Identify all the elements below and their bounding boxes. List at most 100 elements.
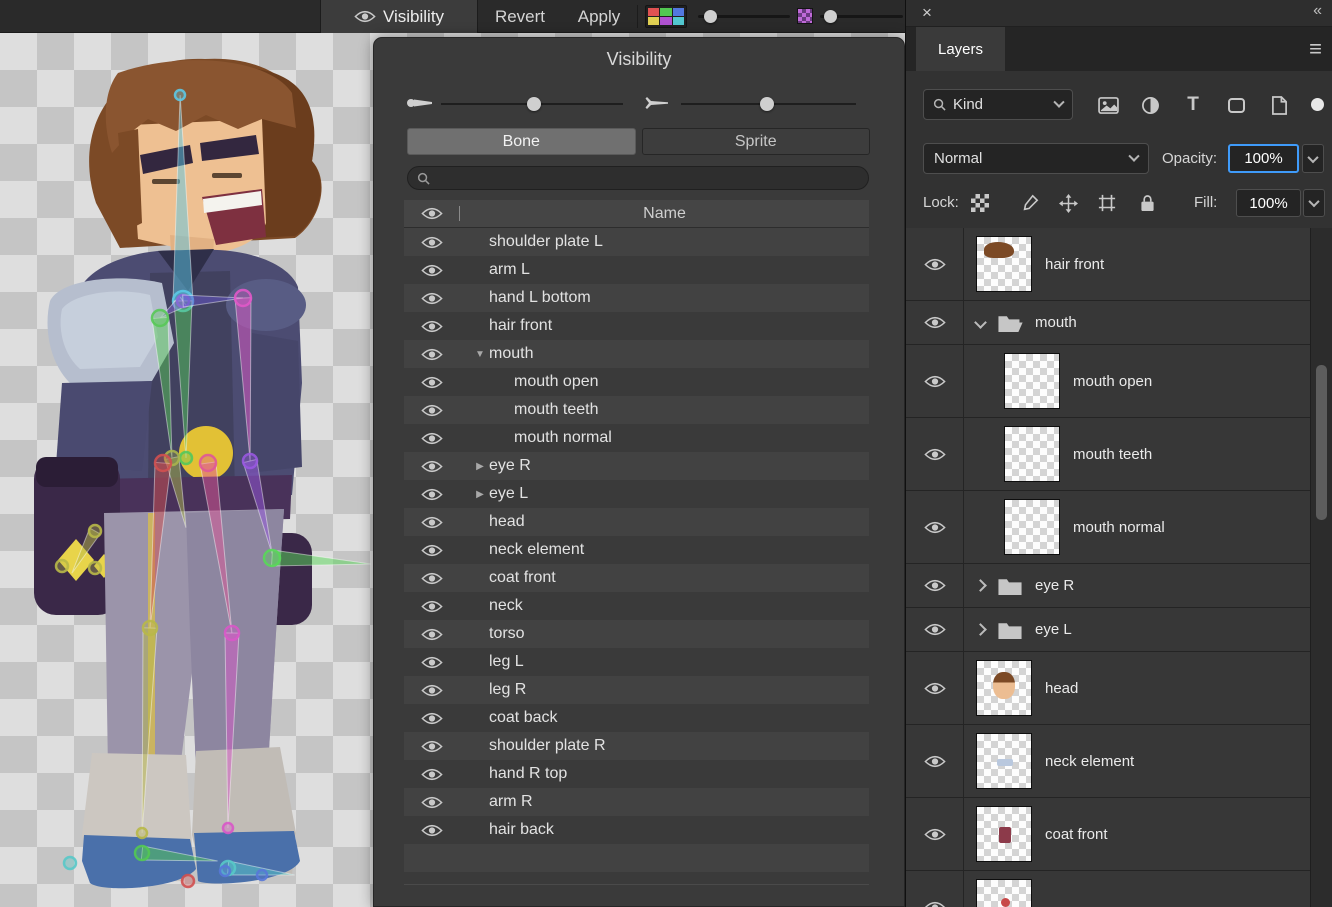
layer-visibility-toggle[interactable] (906, 798, 964, 870)
layer-thumbnail[interactable] (976, 806, 1032, 862)
lock-image-pixels-brush-icon[interactable] (1018, 191, 1042, 215)
visibility-toggle-button[interactable]: Visibility (320, 0, 478, 33)
layer-visibility-toggle[interactable] (906, 418, 964, 490)
layer-thumbnail[interactable] (1004, 499, 1060, 555)
layer-thumbnail[interactable] (976, 879, 1032, 907)
lock-position-move-icon[interactable] (1056, 191, 1080, 215)
visibility-eye-toggle[interactable] (404, 599, 459, 614)
layer-row[interactable]: coat front (906, 798, 1310, 871)
revert-button[interactable]: Revert (482, 0, 558, 33)
slider-knob[interactable] (824, 10, 837, 23)
expand-toggle-icon[interactable]: ▶ (471, 461, 489, 472)
visibility-eye-toggle[interactable] (404, 403, 459, 418)
fill-dropdown-button[interactable] (1303, 189, 1325, 217)
visibility-eye-toggle[interactable] (404, 515, 459, 530)
visibility-row[interactable]: head (404, 508, 869, 536)
layer-row[interactable]: eye L (906, 608, 1310, 652)
layer-thumbnail[interactable] (976, 660, 1032, 716)
visibility-row[interactable]: hand R top (404, 760, 869, 788)
visibility-row[interactable]: torso (404, 620, 869, 648)
layer-thumbnail[interactable] (976, 236, 1032, 292)
visibility-eye-toggle[interactable] (404, 543, 459, 558)
layer-visibility-toggle[interactable] (906, 725, 964, 797)
blend-mode-dropdown[interactable]: Normal (923, 143, 1149, 174)
visibility-row[interactable]: coat front (404, 564, 869, 592)
visibility-eye-toggle[interactable] (404, 291, 459, 306)
adjustment-layer-filter-icon[interactable] (1135, 91, 1165, 119)
smart-object-filter-icon[interactable] (1264, 91, 1294, 119)
visibility-row[interactable]: mouth teeth (404, 396, 869, 424)
filter-toggle-light[interactable] (1311, 98, 1324, 111)
layer-row[interactable] (906, 871, 1310, 907)
group-expand-toggle-icon[interactable] (974, 623, 987, 636)
layer-row[interactable]: hair front (906, 228, 1310, 301)
layer-visibility-toggle[interactable] (906, 345, 964, 417)
expand-toggle-icon[interactable]: ▼ (471, 349, 489, 360)
bone-opacity-slider[interactable] (698, 0, 790, 33)
layer-row[interactable]: neck element (906, 725, 1310, 798)
visibility-row[interactable]: shoulder plate L (404, 228, 869, 256)
layer-thumbnail[interactable] (976, 733, 1032, 789)
layer-thumbnail[interactable] (1004, 426, 1060, 482)
fill-value-field[interactable]: 100% (1236, 189, 1301, 217)
visibility-eye-toggle[interactable] (404, 459, 459, 474)
kind-filter-dropdown[interactable]: Kind (923, 89, 1073, 120)
visibility-eye-toggle[interactable] (404, 375, 459, 390)
collapse-panel-icon[interactable]: « (1313, 2, 1320, 20)
slider-knob[interactable] (760, 97, 774, 111)
layer-row[interactable]: eye R (906, 564, 1310, 608)
layer-row[interactable]: mouth teeth (906, 418, 1310, 491)
scrollbar-thumb[interactable] (1316, 365, 1327, 520)
pixel-layer-filter-icon[interactable] (1093, 91, 1123, 119)
layer-visibility-toggle[interactable] (906, 564, 964, 607)
sprite-texture-swatch[interactable] (797, 8, 813, 24)
visibility-eye-toggle[interactable] (404, 235, 459, 250)
visibility-eye-toggle[interactable] (404, 711, 459, 726)
visibility-eye-toggle[interactable] (404, 487, 459, 502)
close-icon[interactable]: × (922, 3, 932, 23)
visibility-eye-toggle[interactable] (404, 795, 459, 810)
visibility-row[interactable]: ▶ eye R (404, 452, 869, 480)
visibility-eye-toggle[interactable] (404, 263, 459, 278)
layer-row[interactable]: head (906, 652, 1310, 725)
type-layer-filter-icon[interactable]: T (1178, 91, 1208, 119)
sprite-opacity-slider[interactable] (820, 0, 903, 33)
tab-sprite[interactable]: Sprite (642, 128, 871, 155)
visibility-row[interactable]: arm R (404, 788, 869, 816)
lock-transparent-pixels-icon[interactable] (968, 191, 992, 215)
visibility-row[interactable]: hair front (404, 312, 869, 340)
expand-toggle-icon[interactable]: ▶ (471, 489, 489, 500)
lock-all-padlock-icon[interactable] (1135, 191, 1159, 215)
slider-knob[interactable] (704, 10, 717, 23)
visibility-eye-toggle[interactable] (404, 683, 459, 698)
shape-layer-filter-icon[interactable] (1221, 91, 1251, 119)
visibility-eye-toggle[interactable] (404, 739, 459, 754)
layer-visibility-toggle[interactable] (906, 652, 964, 724)
tab-layers[interactable]: Layers (916, 27, 1005, 71)
visibility-row[interactable]: arm L (404, 256, 869, 284)
layer-visibility-toggle[interactable] (906, 871, 964, 907)
visibility-row[interactable]: shoulder plate R (404, 732, 869, 760)
visibility-row[interactable]: coat back (404, 704, 869, 732)
layer-row[interactable]: mouth open (906, 345, 1310, 418)
slider-knob[interactable] (527, 97, 541, 111)
layer-visibility-toggle[interactable] (906, 301, 964, 344)
layer-visibility-toggle[interactable] (906, 228, 964, 300)
visibility-eye-toggle[interactable] (404, 571, 459, 586)
group-expand-toggle-icon[interactable] (974, 316, 987, 329)
visibility-row[interactable]: hair back (404, 816, 869, 844)
layer-thumbnail[interactable] (1004, 353, 1060, 409)
opacity-dropdown-button[interactable] (1302, 144, 1324, 173)
bone-opacity-slider[interactable] (441, 92, 623, 116)
panel-menu-icon[interactable]: ≡ (1309, 37, 1322, 61)
visibility-eye-toggle[interactable] (404, 823, 459, 838)
tab-bone[interactable]: Bone (407, 128, 636, 155)
group-expand-toggle-icon[interactable] (974, 579, 987, 592)
apply-button[interactable]: Apply (568, 0, 630, 33)
visibility-row[interactable]: mouth open (404, 368, 869, 396)
visibility-row[interactable]: neck element (404, 536, 869, 564)
layer-visibility-toggle[interactable] (906, 608, 964, 651)
visibility-row[interactable]: neck (404, 592, 869, 620)
visibility-row[interactable]: leg L (404, 648, 869, 676)
visibility-row[interactable]: mouth normal (404, 424, 869, 452)
